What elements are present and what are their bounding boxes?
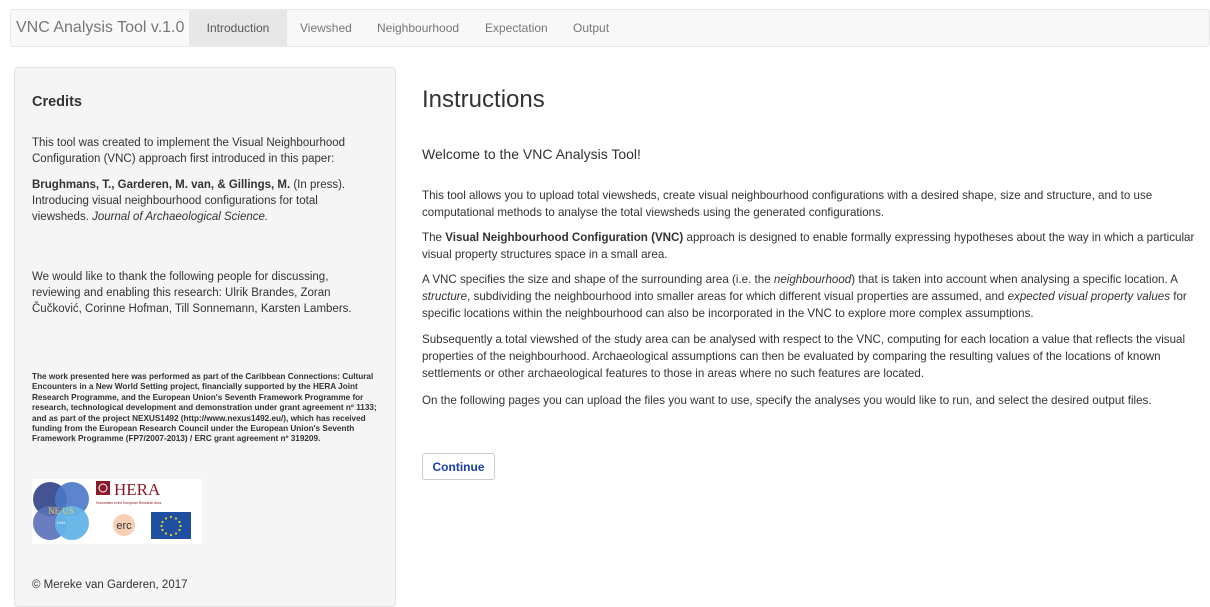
intro-paragraph: This tool allows you to upload total vie… bbox=[422, 189, 1153, 219]
p3-a: A VNC specifies the size and shape of th… bbox=[422, 273, 774, 286]
p3-expected-values: expected visual property values bbox=[1007, 290, 1171, 303]
citation-journal: Journal of Archaeological Science. bbox=[92, 211, 269, 223]
citation-authors: Brughmans, T., Garderen, M. van, & Gilli… bbox=[32, 179, 291, 191]
continue-button[interactable]: Continue bbox=[422, 453, 495, 480]
p3-structure: structure bbox=[422, 290, 468, 303]
tab-viewshed[interactable]: Viewshed bbox=[300, 10, 352, 46]
eu-flag-logo bbox=[151, 512, 191, 539]
app-title[interactable]: VNC Analysis Tool v.1.0 bbox=[16, 19, 184, 37]
top-navbar: VNC Analysis Tool v.1.0 Introduction Vie… bbox=[10, 9, 1210, 47]
hera-logo-text: HERA bbox=[114, 480, 161, 499]
erc-logo: erc bbox=[113, 514, 135, 536]
p3-b: ) that is taken into account when analys… bbox=[851, 273, 1178, 286]
funder-logos-image: NE US 1492 HERA Humanities in the Europe… bbox=[33, 480, 191, 540]
analysis-paragraph: Subsequently a total viewshed of the stu… bbox=[422, 333, 1186, 380]
vnc-definition-paragraph: The Visual Neighbourhood Configuration (… bbox=[422, 229, 1207, 263]
tab-output[interactable]: Output bbox=[573, 10, 609, 46]
p3-c: , subdividing the neighbourhood into sma… bbox=[467, 290, 1008, 303]
nexus-logo: NE US 1492 bbox=[33, 482, 89, 540]
welcome-heading: Welcome to the VNC Analysis Tool! bbox=[422, 146, 641, 162]
nexus-logo-text: NE US bbox=[48, 506, 74, 516]
p2-bold: Visual Neighbourhood Configuration (VNC) bbox=[445, 231, 684, 244]
citation: Brughmans, T., Garderen, M. van, & Gilli… bbox=[32, 177, 377, 225]
p2-lead: The bbox=[422, 231, 446, 244]
next-steps-paragraph: On the following pages you can upload th… bbox=[422, 394, 1152, 407]
credits-title: Credits bbox=[32, 94, 82, 110]
funding-statement: The work presented here was performed as… bbox=[32, 372, 377, 444]
funder-logos: NE US 1492 HERA Humanities in the Europe… bbox=[32, 479, 202, 544]
copyright-notice: © Mereke van Garderen, 2017 bbox=[32, 579, 188, 591]
hera-logo-subtext: Humanities in the European Research Area bbox=[96, 501, 161, 505]
vnc-structure-paragraph: A VNC specifies the size and shape of th… bbox=[422, 271, 1207, 322]
nexus-logo-subtext: 1492 bbox=[57, 520, 67, 525]
credits-intro: This tool was created to implement the V… bbox=[32, 137, 346, 165]
hera-logo: HERA Humanities in the European Research… bbox=[96, 480, 161, 505]
erc-logo-text: erc bbox=[116, 520, 132, 532]
tab-introduction[interactable]: Introduction bbox=[189, 10, 287, 46]
tab-expectation[interactable]: Expectation bbox=[485, 10, 548, 46]
acknowledgements: We would like to thank the following peo… bbox=[32, 271, 352, 315]
p3-neighbourhood: neighbourhood bbox=[773, 273, 852, 286]
credits-sidebar: Credits This tool was created to impleme… bbox=[14, 67, 396, 607]
tab-neighbourhood[interactable]: Neighbourhood bbox=[377, 10, 459, 46]
page-title: Instructions bbox=[422, 86, 545, 113]
